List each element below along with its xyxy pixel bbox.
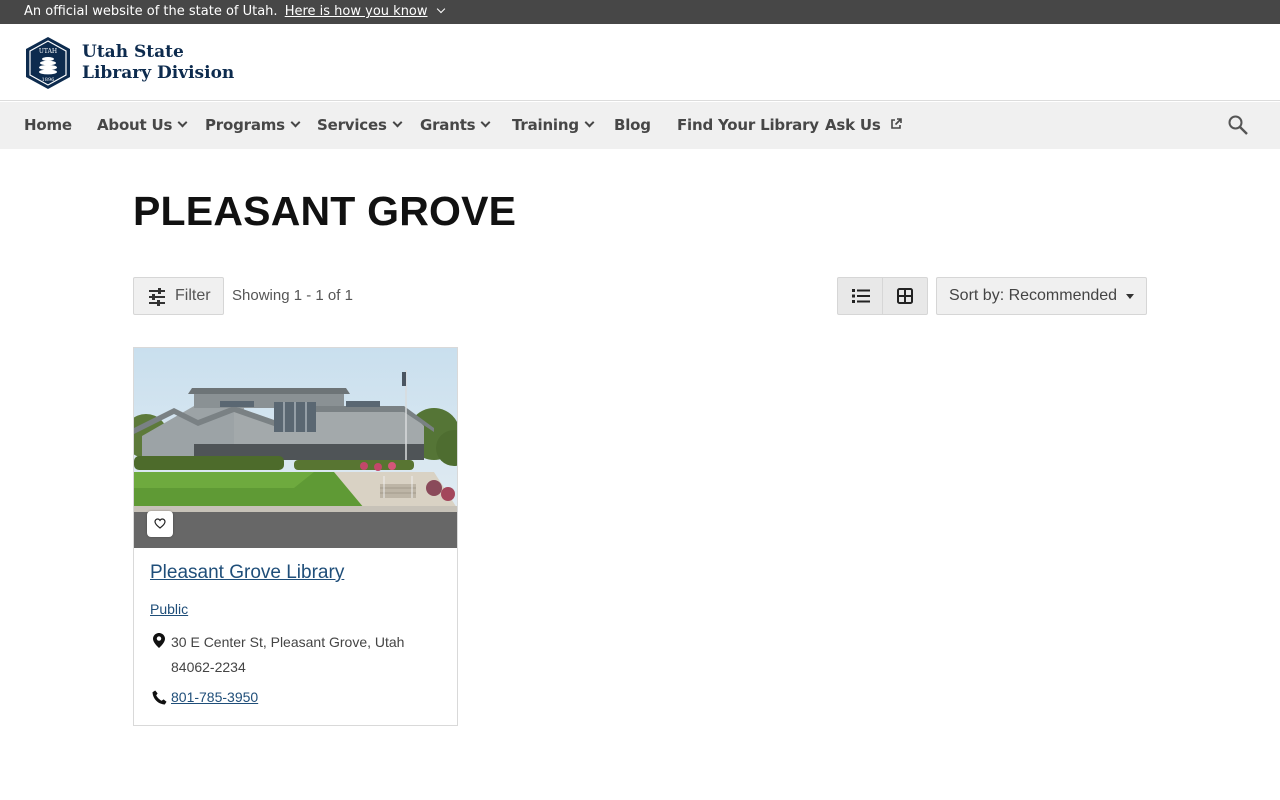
nav-blog[interactable]: Blog [614,102,651,149]
nav-ask-us[interactable]: Ask Us [825,102,902,149]
list-view-button[interactable] [837,277,883,315]
site-logo-text[interactable]: Utah State Library Division [82,42,234,84]
page-title: PLEASANT GROVE [133,188,517,234]
svg-text:1896: 1896 [42,77,55,83]
library-card: Pleasant Grove Library Public 30 E Cente… [133,347,458,726]
library-phone-link[interactable]: 801-785-3950 [171,689,258,705]
nav-find-your-library[interactable]: Find Your Library [677,102,819,149]
favorite-button[interactable] [147,511,173,537]
grid-view-button[interactable] [882,277,928,315]
list-view-icon [852,289,870,303]
filter-button[interactable]: Filter [133,277,224,315]
filter-label: Filter [175,287,211,304]
sort-label: Sort by: Recommended [949,287,1118,304]
library-type-link[interactable]: Public [150,601,188,617]
nav-programs[interactable]: Programs [205,102,301,149]
official-banner: An official website of the state of Utah… [0,0,1280,24]
external-link-icon [890,117,902,129]
utah-seal-logo-icon[interactable]: UTAH 1896 [24,36,72,90]
nav-home[interactable]: Home [24,102,72,149]
library-name-link[interactable]: Pleasant Grove Library [150,562,344,584]
chevron-down-icon [177,117,188,128]
official-banner-text: An official website of the state of Utah… [24,4,278,19]
nav-training[interactable]: Training [512,102,595,149]
main-nav: Home About Us Programs Services Grants T… [0,102,1280,149]
results-count: Showing 1 - 1 of 1 [232,287,353,304]
sliders-icon [149,288,165,306]
chevron-down-icon [290,117,301,128]
svg-text:UTAH: UTAH [39,48,57,55]
library-photo[interactable] [134,348,457,548]
logo-line-2: Library Division [82,63,235,83]
search-icon[interactable] [1226,113,1250,137]
chevron-down-icon[interactable] [436,4,445,14]
map-pin-icon [153,633,165,648]
chevron-down-icon [392,117,403,128]
nav-services[interactable]: Services [317,102,403,149]
heart-icon [154,518,166,529]
sort-dropdown[interactable]: Sort by: Recommended [936,277,1147,315]
grid-view-icon [897,288,913,304]
library-address: 30 E Center St, Pleasant Grove, Utah 840… [171,634,405,675]
site-header: UTAH 1896 Utah State Library Division [0,24,1280,101]
nav-grants[interactable]: Grants [420,102,491,149]
nav-about-us[interactable]: About Us [97,102,188,149]
chevron-down-icon [584,117,595,128]
caret-down-icon [1126,294,1134,299]
logo-line-1: Utah State [82,42,184,62]
chevron-down-icon [480,117,491,128]
phone-icon [152,690,167,705]
how-you-know-link[interactable]: Here is how you know [285,4,428,19]
